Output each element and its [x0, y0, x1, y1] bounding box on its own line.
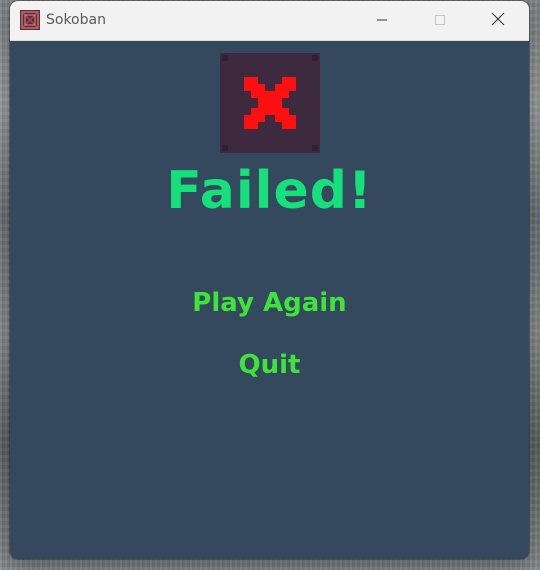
- play-again-button[interactable]: Play Again: [10, 287, 529, 319]
- close-icon: [491, 11, 505, 30]
- sokoban-box-icon: [20, 10, 40, 30]
- maximize-button[interactable]: [411, 1, 469, 40]
- quit-button[interactable]: Quit: [10, 349, 529, 381]
- game-over-screen: Failed! Play Again Quit: [10, 41, 529, 559]
- failed-heading: Failed!: [166, 161, 373, 221]
- minimize-icon: [376, 11, 388, 30]
- title-bar[interactable]: Sokoban: [10, 1, 529, 41]
- close-button[interactable]: [469, 1, 527, 40]
- minimize-button[interactable]: [353, 1, 411, 40]
- app-window: Sokoban Failed! Play Again Quit: [10, 1, 529, 559]
- red-x-icon: [220, 53, 320, 153]
- maximize-icon: [434, 11, 446, 30]
- window-title: Sokoban: [46, 12, 106, 28]
